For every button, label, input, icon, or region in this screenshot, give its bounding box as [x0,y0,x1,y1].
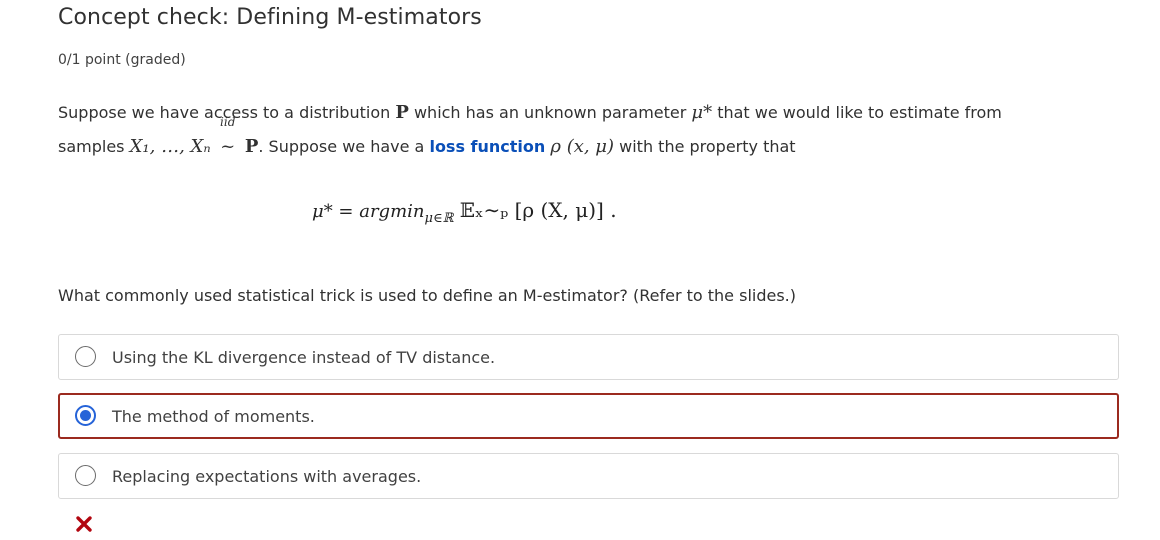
choice-label: Replacing expectations with averages. [112,467,422,486]
choice-option-2[interactable]: The method of moments. [58,393,1119,439]
radio-button[interactable] [75,346,96,367]
statement-text: . Suppose we have a [258,137,430,156]
equation-rhs: 𝔼ₓ∼ₚ [ρ (X, μ)] . [453,198,617,222]
problem-title: Concept check: Defining M-estimators [58,5,482,30]
statement-text: samples [58,137,130,156]
problem-statement: Suppose we have access to a distribution… [58,96,1098,164]
equation-subscript: μ∈ℝ [424,211,454,226]
statement-text: which has an unknown parameter [408,103,692,122]
math-parameter: μ* [691,102,713,123]
equation-lhs: μ* = argmin [312,201,425,222]
math-distribution: P [244,136,259,157]
math-distribution: P [395,102,409,123]
math-iid-symbol: iid ~ [216,116,240,164]
question-text: What commonly used statistical trick is … [58,286,796,305]
choice-label: The method of moments. [112,407,315,426]
statement-text: that we would like to estimate from [712,103,1002,122]
math-samples: X₁, …, Xₙ [129,136,211,157]
statement-text: with the property that [614,137,796,156]
radio-dot [80,410,91,421]
radio-button-selected[interactable] [75,405,96,426]
iid-label: iid [220,115,236,129]
choice-option-3[interactable]: Replacing expectations with averages. [58,453,1119,499]
points-label: 0/1 point (graded) [58,52,186,68]
cross-icon [76,516,92,532]
radio-button[interactable] [75,465,96,486]
loss-function-link[interactable]: loss function [429,137,545,156]
tilde-symbol: ~ [220,136,236,157]
math-loss: ρ (x, μ) [550,136,615,157]
display-equation: μ* = argminμ∈ℝ 𝔼ₓ∼ₚ [ρ (X, μ)] . [312,198,617,226]
problem-page: Concept check: Defining M-estimators 0/1… [0,0,1160,540]
choice-label: Using the KL divergence instead of TV di… [112,348,496,367]
choice-option-1[interactable]: Using the KL divergence instead of TV di… [58,334,1119,380]
